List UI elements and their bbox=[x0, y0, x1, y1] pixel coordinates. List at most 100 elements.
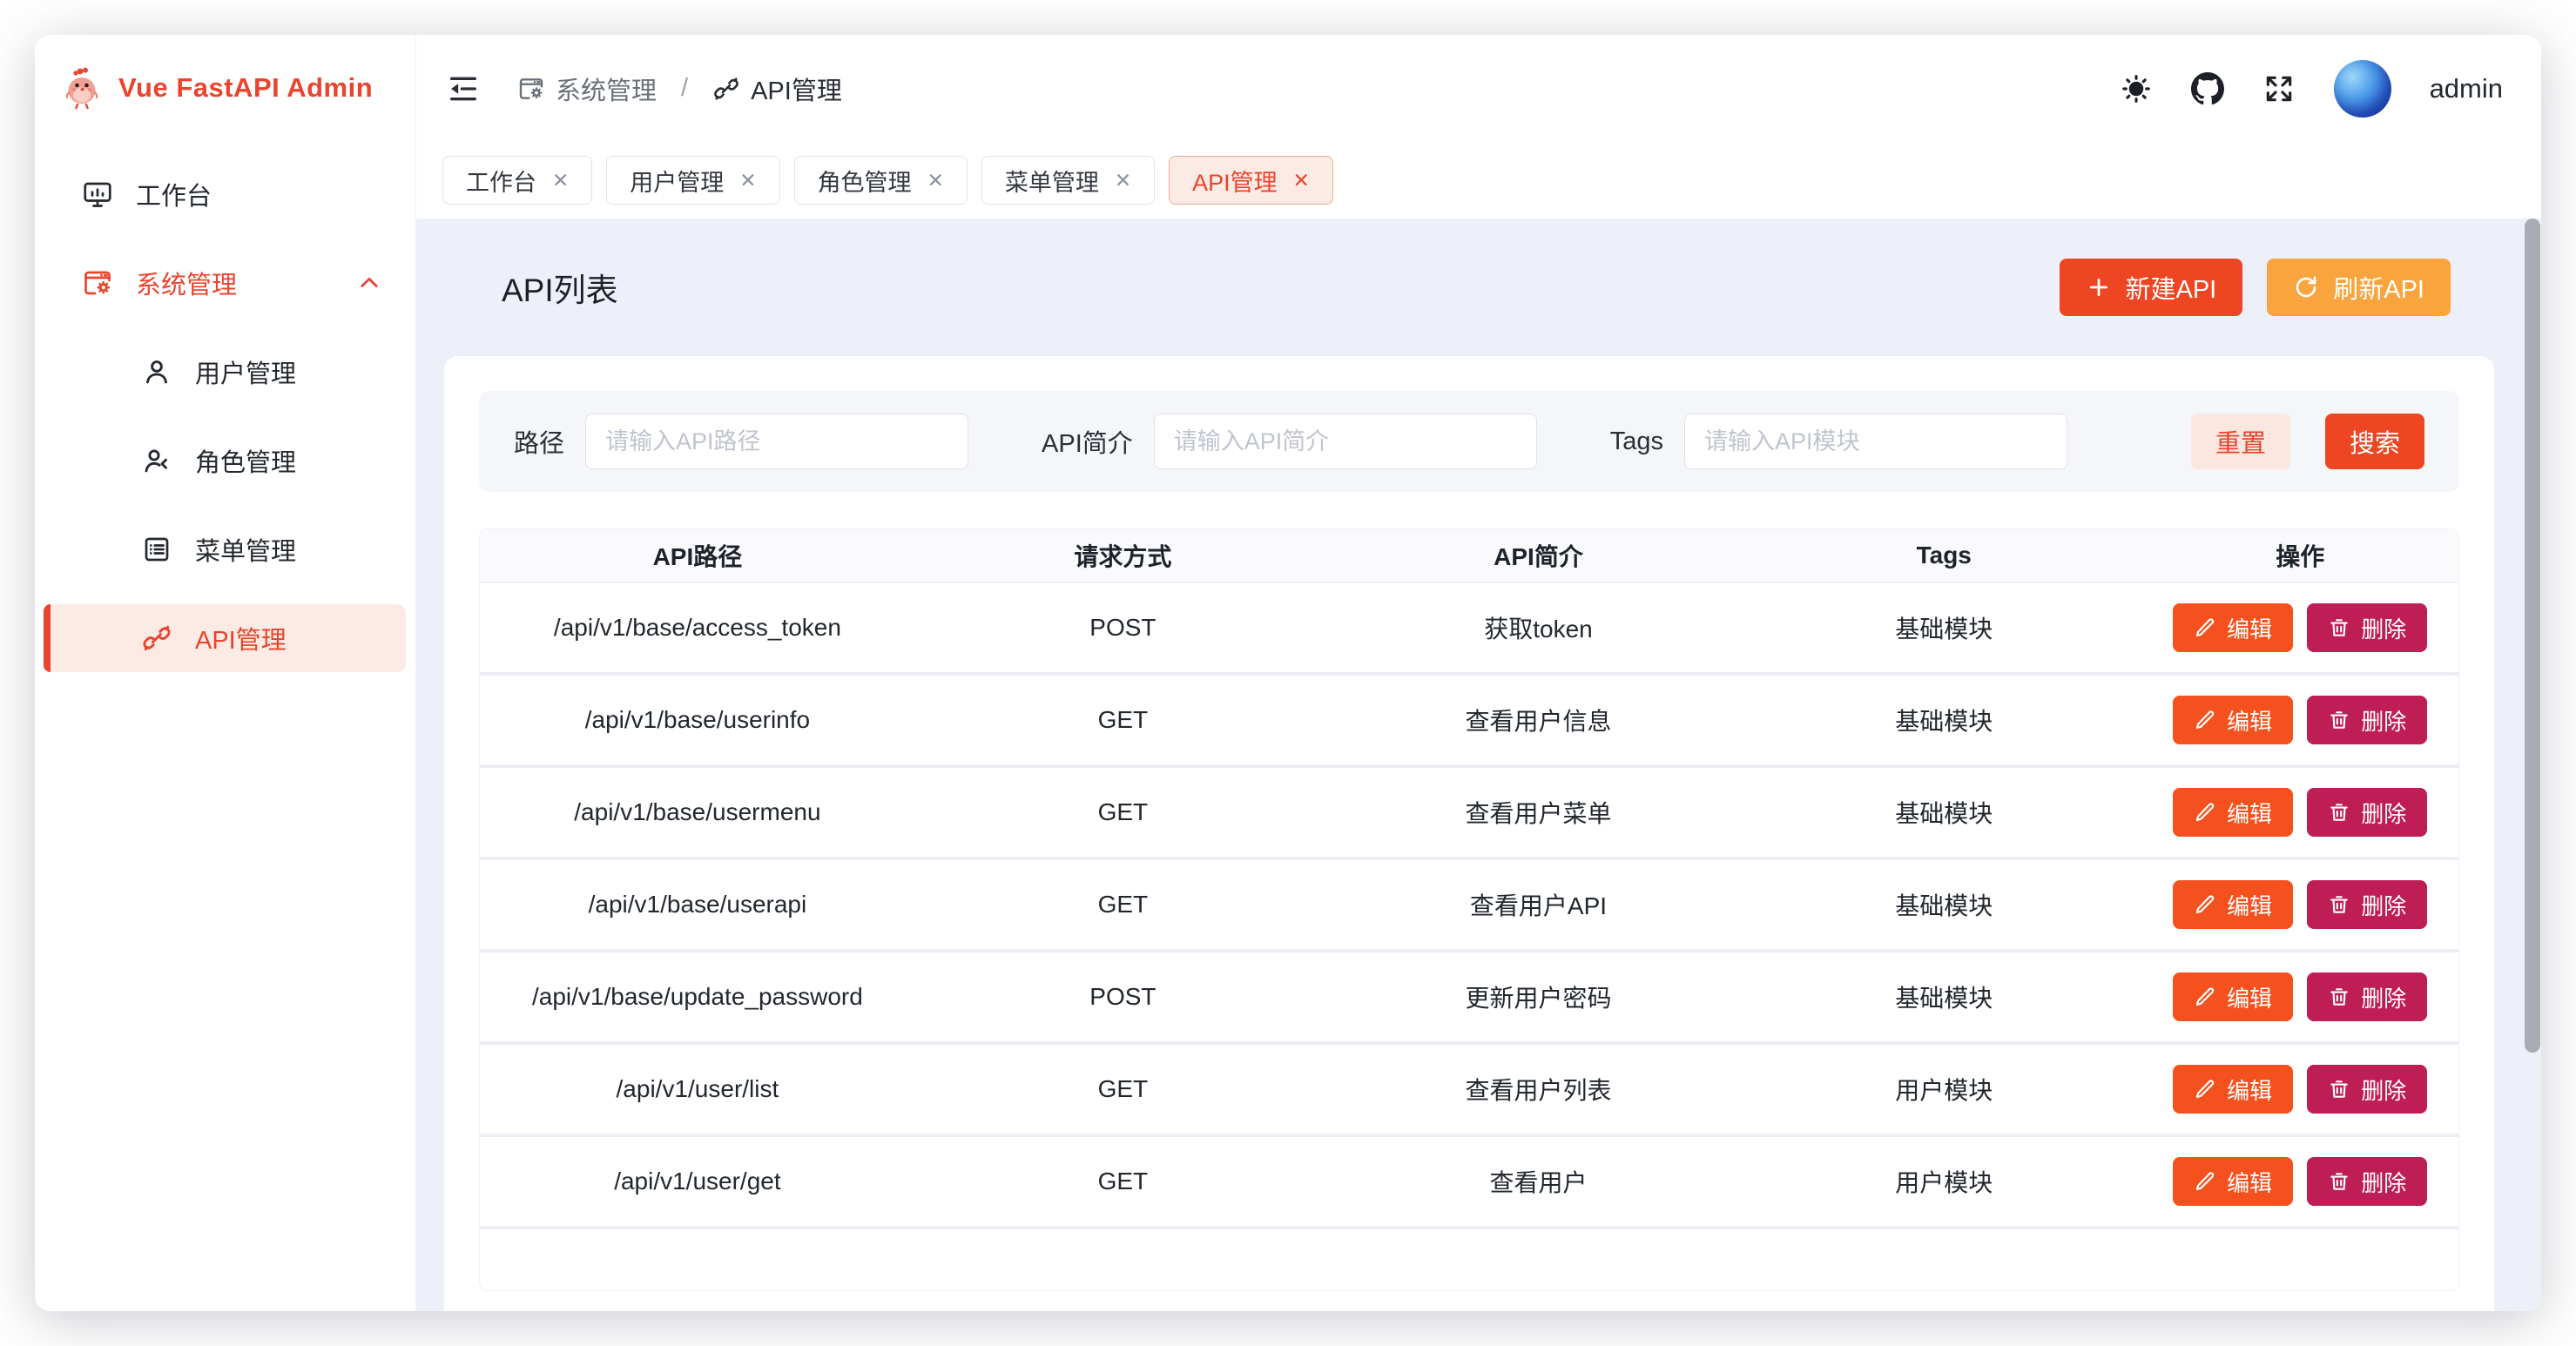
sidebar-item-api[interactable]: API管理 bbox=[44, 604, 406, 672]
tab-roles[interactable]: 角色管理 ✕ bbox=[794, 156, 968, 205]
pencil-icon bbox=[2194, 1170, 2216, 1193]
tab-workbench[interactable]: 工作台 ✕ bbox=[442, 156, 592, 205]
trash-icon bbox=[2328, 616, 2350, 639]
cell-api-path: /api/v1/base/access_token bbox=[480, 583, 915, 672]
sidebar-item-users[interactable]: 用户管理 bbox=[44, 338, 406, 406]
tab-label: 角色管理 bbox=[818, 164, 912, 198]
cell-api-path: /api/v1/user/list bbox=[480, 1045, 915, 1134]
plus-icon bbox=[2086, 274, 2112, 300]
table-row: /api/v1/user/get GET 查看用户 用户模块 编辑 删除 bbox=[480, 1137, 2458, 1229]
sidebar-item-system[interactable]: 系统管理 bbox=[44, 249, 406, 317]
reset-button[interactable]: 重置 bbox=[2191, 414, 2290, 469]
edit-label: 编辑 bbox=[2227, 1166, 2272, 1198]
delete-button[interactable]: 删除 bbox=[2307, 603, 2427, 652]
cell-tags: 用户模块 bbox=[1746, 1137, 2141, 1226]
cell-api-path: /api/v1/base/userapi bbox=[480, 860, 915, 949]
tags-filter-input[interactable] bbox=[1684, 414, 2067, 469]
path-filter-input[interactable] bbox=[585, 414, 968, 469]
edit-button[interactable]: 编辑 bbox=[2173, 1065, 2293, 1114]
delete-button[interactable]: 删除 bbox=[2307, 1157, 2427, 1206]
refresh-api-button[interactable]: 刷新API bbox=[2267, 259, 2451, 316]
cell-tags: 基础模块 bbox=[1746, 676, 2141, 764]
tab-close-icon[interactable]: ✕ bbox=[552, 171, 569, 191]
github-icon[interactable] bbox=[2191, 72, 2224, 105]
summary-filter-label: API简介 bbox=[1042, 423, 1133, 460]
sidebar-item-label: API管理 bbox=[195, 620, 287, 656]
delete-button[interactable]: 删除 bbox=[2307, 972, 2427, 1021]
column-actions: 操作 bbox=[2141, 529, 2458, 582]
api-table: API路径 请求方式 API简介 Tags 操作 /api/v1/base/ac… bbox=[479, 528, 2459, 1291]
cell-method: POST bbox=[915, 583, 1331, 672]
delete-button[interactable]: 删除 bbox=[2307, 880, 2427, 929]
cell-api-path: /api/v1/base/usermenu bbox=[480, 768, 915, 857]
tab-close-icon[interactable]: ✕ bbox=[1293, 171, 1310, 191]
pencil-icon bbox=[2194, 616, 2216, 639]
page-header: API列表 新建API 刷新API bbox=[444, 219, 2494, 356]
cell-actions: 编辑 删除 bbox=[2141, 676, 2458, 764]
delete-button[interactable]: 删除 bbox=[2307, 1065, 2427, 1114]
edit-button[interactable]: 编辑 bbox=[2173, 1157, 2293, 1206]
theme-sun-icon[interactable] bbox=[2120, 72, 2153, 105]
cell-api-path: /api/v1/user/get bbox=[480, 1137, 915, 1226]
edit-label: 编辑 bbox=[2227, 889, 2272, 921]
breadcrumb-system[interactable]: 系统管理 bbox=[517, 71, 657, 107]
app-logo[interactable]: Vue FastAPI Admin bbox=[35, 35, 415, 141]
chicken-logo-icon bbox=[63, 66, 103, 110]
tags-filter-label: Tags bbox=[1610, 427, 1663, 456]
table-row: /api/v1/user/list GET 查看用户列表 用户模块 编辑 删除 bbox=[480, 1045, 2458, 1137]
tab-api[interactable]: API管理 ✕ bbox=[1169, 156, 1333, 205]
new-api-button[interactable]: 新建API bbox=[2060, 259, 2243, 316]
edit-button[interactable]: 编辑 bbox=[2173, 696, 2293, 744]
cell-actions: 编辑 删除 bbox=[2141, 1045, 2458, 1134]
menu-fold-icon[interactable] bbox=[446, 71, 481, 106]
delete-label: 删除 bbox=[2361, 704, 2406, 737]
trash-icon bbox=[2328, 709, 2350, 731]
cell-method: GET bbox=[915, 860, 1331, 949]
cell-summary: 查看用户菜单 bbox=[1331, 768, 1746, 857]
fullscreen-icon[interactable] bbox=[2262, 72, 2296, 105]
cell-summary: 查看用户 bbox=[1331, 1137, 1746, 1226]
tab-close-icon[interactable]: ✕ bbox=[927, 171, 944, 191]
content-scrollbar[interactable] bbox=[2525, 219, 2540, 1053]
cell-tags: 基础模块 bbox=[1746, 952, 2141, 1041]
edit-label: 编辑 bbox=[2227, 1073, 2272, 1106]
refresh-icon bbox=[2293, 274, 2319, 300]
tab-users[interactable]: 用户管理 ✕ bbox=[606, 156, 779, 205]
new-api-label: 新建API bbox=[2126, 269, 2217, 306]
cell-actions: 编辑 删除 bbox=[2141, 768, 2458, 857]
app-window: Vue FastAPI Admin 工作台 bbox=[35, 35, 2541, 1311]
cell-summary: 查看用户列表 bbox=[1331, 1045, 1746, 1134]
summary-filter-input[interactable] bbox=[1154, 414, 1537, 469]
sidebar-item-menus[interactable]: 菜单管理 bbox=[44, 515, 406, 583]
tab-label: 菜单管理 bbox=[1005, 164, 1099, 198]
edit-label: 编辑 bbox=[2227, 981, 2272, 1013]
column-summary: API简介 bbox=[1331, 529, 1746, 582]
sidebar-item-workbench[interactable]: 工作台 bbox=[44, 160, 406, 228]
tab-menus[interactable]: 菜单管理 ✕ bbox=[981, 156, 1155, 205]
table-body: /api/v1/base/access_token POST 获取token 基… bbox=[480, 583, 2458, 1229]
delete-label: 删除 bbox=[2361, 1166, 2406, 1198]
app-title: Vue FastAPI Admin bbox=[118, 72, 373, 104]
username[interactable]: admin bbox=[2430, 73, 2503, 104]
sidebar-item-label: 系统管理 bbox=[136, 265, 237, 301]
sidebar-item-label: 菜单管理 bbox=[195, 531, 296, 568]
delete-button[interactable]: 删除 bbox=[2307, 788, 2427, 837]
cell-actions: 编辑 删除 bbox=[2141, 583, 2458, 672]
avatar[interactable] bbox=[2334, 60, 2391, 118]
edit-label: 编辑 bbox=[2227, 704, 2272, 737]
table-header: API路径 请求方式 API简介 Tags 操作 bbox=[480, 529, 2458, 583]
sidebar-item-roles[interactable]: 角色管理 bbox=[44, 427, 406, 495]
tab-close-icon[interactable]: ✕ bbox=[1115, 171, 1131, 191]
breadcrumb-api[interactable]: API管理 bbox=[712, 71, 842, 107]
tab-close-icon[interactable]: ✕ bbox=[739, 171, 756, 191]
edit-button[interactable]: 编辑 bbox=[2173, 972, 2293, 1021]
edit-button[interactable]: 编辑 bbox=[2173, 880, 2293, 929]
chevron-up-icon bbox=[357, 271, 381, 295]
tab-label: API管理 bbox=[1192, 164, 1278, 198]
page-title: API列表 bbox=[502, 264, 618, 311]
edit-button[interactable]: 编辑 bbox=[2173, 603, 2293, 652]
delete-button[interactable]: 删除 bbox=[2307, 696, 2427, 744]
search-button[interactable]: 搜索 bbox=[2325, 414, 2424, 469]
cell-api-path: /api/v1/base/userinfo bbox=[480, 676, 915, 764]
edit-button[interactable]: 编辑 bbox=[2173, 788, 2293, 837]
